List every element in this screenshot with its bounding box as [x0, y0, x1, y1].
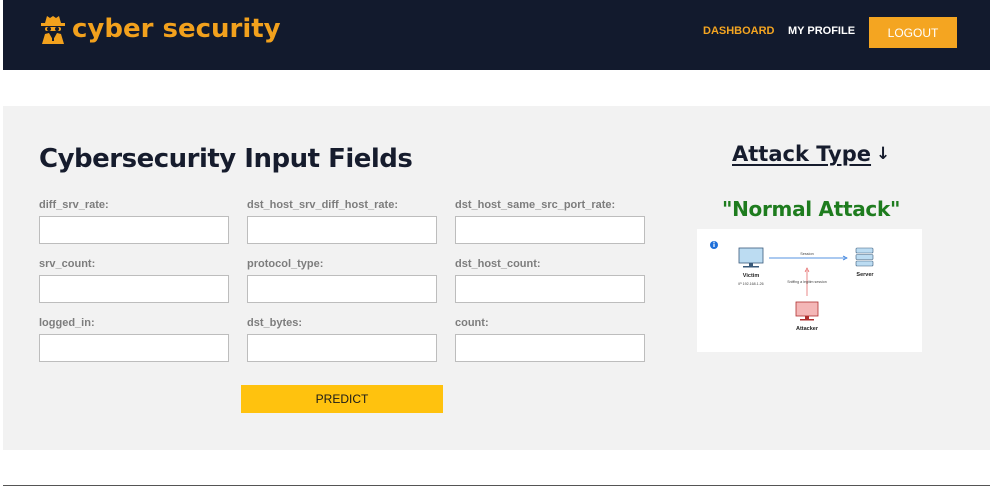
page: cyber security DASHBOARD MY PROFILE LOGO… [0, 0, 990, 487]
logout-button[interactable]: LOGOUT [869, 17, 957, 48]
attack-type-label: Attack Type [732, 142, 872, 166]
field-label: count: [455, 317, 489, 329]
attack-type-heading: Attack Type ↓ [732, 142, 890, 166]
dst-host-count-input[interactable] [455, 275, 645, 303]
attacker-computer-icon [795, 301, 819, 321]
field-label: dst_host_count: [455, 258, 541, 270]
bottom-divider [3, 485, 990, 486]
field-label: diff_srv_rate: [39, 199, 109, 211]
field-protocol-type: protocol_type: [247, 258, 437, 303]
brand-name: cyber security [72, 14, 281, 44]
navbar: cyber security DASHBOARD MY PROFILE LOGO… [3, 0, 990, 70]
session-label: Session [800, 252, 814, 256]
count-input[interactable] [455, 334, 645, 362]
field-label: logged_in: [39, 317, 95, 329]
main-panel: Cybersecurity Input Fields diff_srv_rate… [3, 106, 990, 450]
field-label: dst_host_srv_diff_host_rate: [247, 199, 398, 211]
field-srv-count: srv_count: [39, 258, 229, 303]
field-label: dst_bytes: [247, 317, 303, 329]
dst-host-same-src-port-rate-input[interactable] [455, 216, 645, 244]
field-dst-bytes: dst_bytes: [247, 317, 437, 362]
spy-icon [41, 16, 65, 44]
server-label: Server [856, 272, 874, 278]
attack-type-result: "Normal Attack" [722, 197, 901, 221]
server-icon [855, 247, 874, 267]
diff-srv-rate-input[interactable] [39, 216, 229, 244]
victim-label: Victim [743, 273, 760, 279]
victim-computer-icon [738, 247, 764, 268]
page-title: Cybersecurity Input Fields [39, 144, 413, 174]
protocol-type-input[interactable] [247, 275, 437, 303]
srv-count-input[interactable] [39, 275, 229, 303]
attacker-label: Attacker [796, 326, 819, 332]
field-label: protocol_type: [247, 258, 324, 270]
sniff-label: Sniffing a legitim session [787, 280, 827, 284]
field-dst-host-same-src-port-rate: dst_host_same_src_port_rate: [455, 199, 645, 244]
field-logged-in: logged_in: [39, 317, 229, 362]
nav-my-profile[interactable]: MY PROFILE [788, 25, 855, 37]
field-label: dst_host_same_src_port_rate: [455, 199, 616, 211]
nav-dashboard[interactable]: DASHBOARD [703, 25, 775, 37]
dst-bytes-input[interactable] [247, 334, 437, 362]
victim-ip: IP 192.168.1.26 [738, 282, 763, 286]
field-dst-host-count: dst_host_count: [455, 258, 645, 303]
arrow-down-icon: ↓ [876, 144, 891, 164]
field-diff-srv-rate: diff_srv_rate: [39, 199, 229, 244]
predict-button[interactable]: PREDICT [241, 385, 443, 413]
logged-in-input[interactable] [39, 334, 229, 362]
session-hijack-diagram: Victim IP 192.168.1.26 Session Server Sn… [697, 229, 922, 352]
field-dst-host-srv-diff-host-rate: dst_host_srv_diff_host_rate: [247, 199, 437, 244]
brand-logo[interactable]: cyber security [40, 14, 281, 44]
field-label: srv_count: [39, 258, 96, 270]
field-count: count: [455, 317, 645, 362]
dst-host-srv-diff-host-rate-input[interactable] [247, 216, 437, 244]
